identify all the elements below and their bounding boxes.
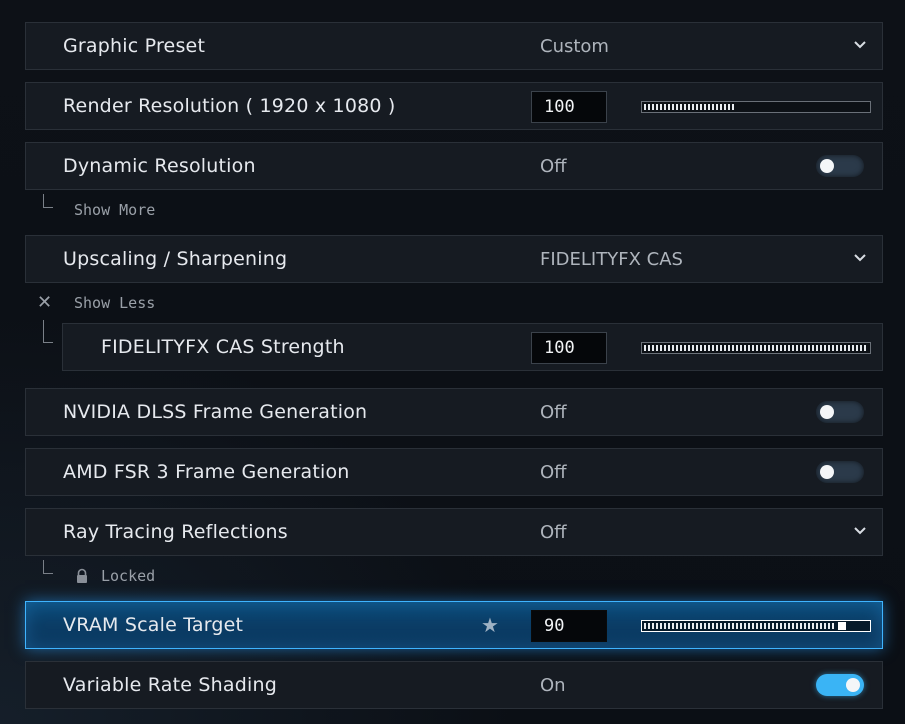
setting-value: Off [540,156,567,177]
render-resolution-slider[interactable] [641,101,871,113]
slider-fill [644,623,836,629]
toggle-knob [820,465,834,479]
tree-connector [43,560,53,574]
dynamic-resolution-toggle[interactable] [816,155,864,177]
toggle-knob [820,405,834,419]
setting-label: VRAM Scale Target [63,614,244,636]
variable-rate-shading-row[interactable]: Variable Rate Shading On [25,661,883,709]
vram-scale-target-input[interactable]: 90 [531,610,607,642]
slider-thumb[interactable] [838,622,846,630]
upscaling-row[interactable]: Upscaling / Sharpening FIDELITYFX CAS [25,235,883,283]
close-icon[interactable]: ✕ [37,294,52,312]
setting-label: Render Resolution ( 1920 x 1080 ) [63,95,396,117]
graphic-preset-row[interactable]: Graphic Preset Custom [25,22,883,70]
chevron-down-icon[interactable] [854,39,866,51]
dynamic-resolution-row[interactable]: Dynamic Resolution Off [25,142,883,190]
star-icon[interactable]: ★ [481,613,499,637]
dlss-frame-generation-toggle[interactable] [816,401,864,423]
render-resolution-input[interactable]: 100 [531,91,607,123]
slider-fill [644,104,734,110]
slider-fill [644,345,868,351]
variable-rate-shading-toggle[interactable] [816,674,864,696]
setting-label: FIDELITYFX CAS Strength [101,336,345,358]
fsr3-frame-generation-row[interactable]: AMD FSR 3 Frame Generation Off [25,448,883,496]
lock-icon [77,568,87,583]
settings-panel: Graphic Preset Custom Render Resolution … [0,0,905,724]
fsr3-frame-generation-toggle[interactable] [816,461,864,483]
dlss-frame-generation-row[interactable]: NVIDIA DLSS Frame Generation Off [25,388,883,436]
setting-label: Upscaling / Sharpening [63,248,288,270]
setting-value: Off [540,462,567,483]
setting-label: Dynamic Resolution [63,155,256,177]
chevron-down-icon[interactable] [854,252,866,264]
render-resolution-row: Render Resolution ( 1920 x 1080 ) 100 [25,82,883,130]
setting-label: Graphic Preset [63,35,206,57]
show-more-link[interactable]: Show More [74,199,155,221]
cas-strength-row: FIDELITYFX CAS Strength 100 [62,323,883,371]
setting-label: Ray Tracing Reflections [63,521,288,543]
chevron-down-icon[interactable] [854,525,866,537]
locked-label: Locked [101,567,156,585]
cas-strength-slider[interactable] [641,342,871,354]
setting-label: NVIDIA DLSS Frame Generation [63,401,368,423]
tree-connector [43,320,53,343]
setting-value: On [540,675,566,696]
ray-tracing-reflections-row[interactable]: Ray Tracing Reflections Off [25,508,883,556]
toggle-knob [820,159,834,173]
setting-label: Variable Rate Shading [63,674,277,696]
cas-strength-input[interactable]: 100 [531,332,607,364]
tree-connector [43,194,53,208]
upscaling-dropdown[interactable]: FIDELITYFX CAS [540,236,683,282]
graphic-preset-dropdown[interactable]: Custom [540,23,609,69]
toggle-knob [846,678,860,692]
show-less-link[interactable]: Show Less [74,292,155,314]
ray-tracing-reflections-dropdown[interactable]: Off [540,509,567,555]
setting-value: Off [540,402,567,423]
vram-scale-target-row[interactable]: VRAM Scale Target ★ 90 [25,601,883,649]
vram-scale-target-slider[interactable] [641,620,871,632]
setting-label: AMD FSR 3 Frame Generation [63,461,350,483]
